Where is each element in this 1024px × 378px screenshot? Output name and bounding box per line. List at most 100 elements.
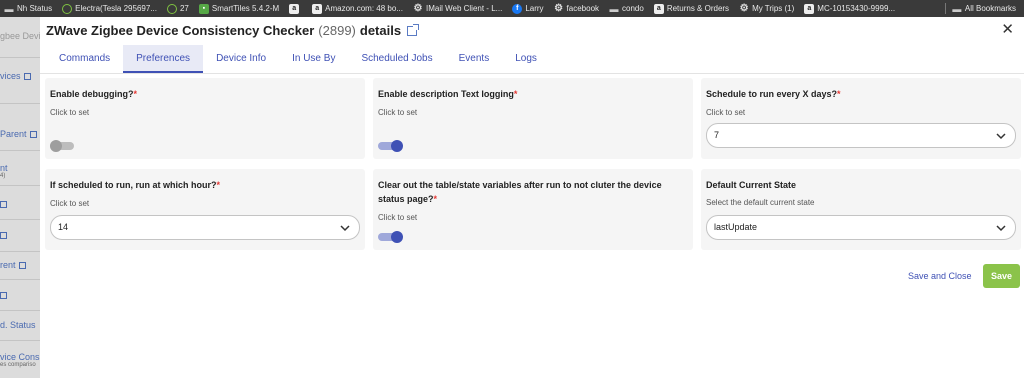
bookmark-label: facebook bbox=[566, 4, 600, 13]
tab-scheduled-jobs[interactable]: Scheduled Jobs bbox=[348, 45, 445, 73]
pref-label-text: Default Current State bbox=[706, 180, 797, 190]
pref-label-text: Enable description Text logging bbox=[378, 89, 514, 99]
required-marker: * bbox=[216, 180, 221, 190]
bookmark-label: Electra(Tesla 295697... bbox=[75, 4, 157, 13]
external-link-icon bbox=[0, 232, 7, 240]
bookmark-item[interactable]: ⚙ My Trips (1) bbox=[735, 3, 800, 14]
bookmark-item[interactable]: ⚙ IMail Web Client - L... bbox=[409, 3, 508, 14]
all-bookmarks[interactable]: ▬ All Bookmarks bbox=[938, 0, 1024, 17]
desc-logging-toggle[interactable] bbox=[378, 140, 404, 152]
run-hour-select[interactable]: 14 bbox=[50, 215, 360, 240]
amazon-icon: a bbox=[312, 3, 323, 14]
gear-icon: ⚙ bbox=[739, 3, 749, 14]
external-link-icon bbox=[0, 292, 7, 300]
title-suffix: details bbox=[359, 23, 402, 38]
underlay-text: Parent bbox=[0, 129, 27, 139]
pref-label: Schedule to run every X days?* bbox=[706, 87, 841, 101]
pref-card-clear-table: Clear out the table/state variables afte… bbox=[373, 169, 693, 250]
chevron-down-icon bbox=[996, 133, 1006, 140]
pref-label: Clear out the table/state variables afte… bbox=[378, 178, 688, 206]
gear-icon: ⚙ bbox=[413, 3, 423, 14]
underlay-text: d. Status bbox=[0, 320, 36, 330]
tab-device-info[interactable]: Device Info bbox=[203, 45, 279, 73]
bookmark-label: condo bbox=[622, 4, 644, 13]
divider bbox=[0, 340, 40, 341]
gear-icon: ⚙ bbox=[554, 3, 564, 14]
tab-in-use-by[interactable]: In Use By bbox=[279, 45, 348, 73]
bookmark-item[interactable]: ⚙ facebook bbox=[550, 3, 605, 14]
required-marker: * bbox=[837, 89, 841, 99]
bookmarks-bar: ▬ Nh Status Electra(Tesla 295697... 27 ▪ S… bbox=[0, 0, 1024, 17]
divider bbox=[0, 103, 40, 104]
save-and-close-button[interactable]: Save and Close bbox=[908, 271, 972, 281]
divider bbox=[0, 185, 40, 186]
underlay-text: es compariso bbox=[0, 362, 36, 368]
hubitat-icon bbox=[62, 3, 73, 14]
bookmark-item[interactable]: Electra(Tesla 295697... bbox=[58, 3, 163, 14]
debug-toggle[interactable] bbox=[50, 140, 76, 152]
external-link-icon bbox=[23, 73, 31, 81]
bookmark-item[interactable]: a bbox=[285, 3, 308, 14]
bookmark-label: Amazon.com: 48 bo... bbox=[325, 4, 403, 13]
amazon-icon: a bbox=[289, 3, 300, 14]
external-link-icon bbox=[0, 201, 7, 209]
tab-events[interactable]: Events bbox=[446, 45, 503, 73]
schedule-days-select[interactable]: 7 bbox=[706, 123, 1016, 148]
divider bbox=[0, 150, 40, 151]
underlay-link bbox=[0, 199, 7, 209]
save-button[interactable]: Save bbox=[983, 264, 1020, 288]
tab-commands[interactable]: Commands bbox=[46, 45, 123, 73]
pref-hint: Click to set bbox=[50, 108, 90, 117]
pref-hint: Click to set bbox=[378, 108, 418, 117]
bookmark-divider bbox=[944, 3, 946, 14]
external-link-icon[interactable] bbox=[407, 23, 420, 36]
hubitat-icon bbox=[166, 3, 177, 14]
tab-logs[interactable]: Logs bbox=[502, 45, 550, 73]
all-bookmarks-label: All Bookmarks bbox=[964, 4, 1016, 13]
pref-label-text: Clear out the table/state variables afte… bbox=[378, 180, 662, 204]
pref-hint: Click to set bbox=[378, 213, 418, 222]
bookmark-item[interactable]: ▪ SmartTiles 5.4.2-M bbox=[195, 3, 285, 14]
tab-preferences[interactable]: Preferences bbox=[123, 45, 204, 73]
close-icon[interactable]: ✕ bbox=[1001, 22, 1014, 38]
select-value: lastUpdate bbox=[714, 222, 758, 232]
underlay-link: vices bbox=[0, 71, 31, 81]
smarttiles-icon: ▪ bbox=[198, 3, 209, 14]
chevron-down-icon bbox=[996, 225, 1006, 232]
bookmark-label: Returns & Orders bbox=[666, 4, 730, 13]
chevron-down-icon bbox=[340, 225, 350, 232]
pref-card-schedule-days: Schedule to run every X days?* Click to … bbox=[701, 78, 1021, 159]
toggle-knob bbox=[391, 140, 403, 152]
pref-label-text: Enable debugging? bbox=[50, 89, 134, 99]
tab-bar: Commands Preferences Device Info In Use … bbox=[46, 45, 550, 73]
dialog-title: ZWave Zigbee Device Consistency Checker … bbox=[46, 23, 420, 38]
bookmark-label: Nh Status bbox=[17, 4, 53, 13]
underlay-link: rent bbox=[0, 260, 26, 270]
select-value: 7 bbox=[714, 130, 720, 140]
bookmark-label: My Trips (1) bbox=[752, 4, 795, 13]
device-details-dialog: ZWave Zigbee Device Consistency Checker … bbox=[40, 17, 1024, 378]
device-id: (2899) bbox=[318, 23, 356, 38]
bookmark-item[interactable]: a Amazon.com: 48 bo... bbox=[308, 3, 409, 14]
pref-label: Enable description Text logging* bbox=[378, 87, 517, 101]
bookmark-label: MC-10153430-9999... bbox=[817, 4, 896, 13]
underlay-link bbox=[0, 290, 7, 300]
bookmark-item[interactable]: a MC-10153430-9999... bbox=[800, 3, 901, 14]
underlay-text: gbee Devi bbox=[0, 31, 40, 41]
underlay-text: nt bbox=[0, 163, 8, 173]
clear-table-toggle[interactable] bbox=[378, 231, 404, 243]
required-marker: * bbox=[433, 194, 438, 204]
tab-divider bbox=[40, 73, 1024, 74]
bookmark-label: IMail Web Client - L... bbox=[425, 4, 503, 13]
bookmark-item[interactable]: a Returns & Orders bbox=[650, 3, 735, 14]
bookmark-item[interactable]: 27 bbox=[163, 3, 195, 14]
required-marker: * bbox=[133, 89, 138, 99]
pref-hint: Click to set bbox=[706, 108, 746, 117]
bookmark-item[interactable]: f Larry bbox=[508, 3, 549, 14]
amazon-icon: a bbox=[804, 3, 815, 14]
divider bbox=[0, 251, 40, 252]
current-state-select[interactable]: lastUpdate bbox=[706, 215, 1016, 240]
bookmark-item[interactable]: ▬ condo bbox=[605, 4, 650, 14]
required-marker: * bbox=[513, 89, 518, 99]
bookmark-item[interactable]: ▬ Nh Status bbox=[0, 4, 58, 14]
